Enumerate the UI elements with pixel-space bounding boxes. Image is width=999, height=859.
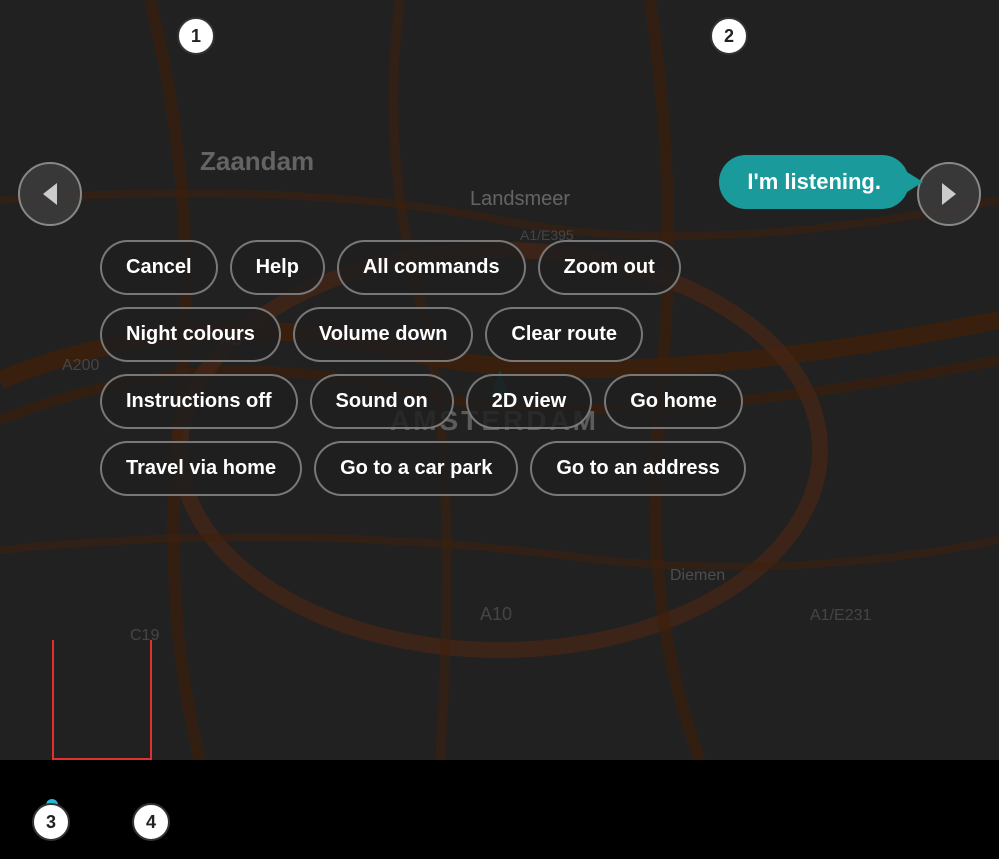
callout-3: 3 <box>32 803 70 841</box>
callout-3-line <box>52 640 54 760</box>
callout-4-line <box>150 640 152 760</box>
go-home-button[interactable]: Go home <box>604 374 743 429</box>
sound-on-button[interactable]: Sound on <box>310 374 454 429</box>
all-commands-button[interactable]: All commands <box>337 240 526 295</box>
commands-row-2: Night colours Volume down Clear route <box>100 307 979 362</box>
commands-row-3: Instructions off Sound on 2D view Go hom… <box>100 374 979 429</box>
callout-1: 1 <box>177 17 215 55</box>
commands-row-1: Cancel Help All commands Zoom out <box>100 240 979 295</box>
instructions-off-button[interactable]: Instructions off <box>100 374 298 429</box>
nav-back-button[interactable] <box>18 162 82 226</box>
listening-text: I'm listening. <box>747 169 881 194</box>
travel-via-home-button[interactable]: Travel via home <box>100 441 302 496</box>
volume-down-button[interactable]: Volume down <box>293 307 474 362</box>
cancel-button[interactable]: Cancel <box>100 240 218 295</box>
clear-route-button[interactable]: Clear route <box>485 307 643 362</box>
callout-2: 2 <box>710 17 748 55</box>
speech-bubble: I'm listening. <box>719 155 909 209</box>
night-colours-button[interactable]: Night colours <box>100 307 281 362</box>
zoom-out-button[interactable]: Zoom out <box>538 240 681 295</box>
go-to-car-park-button[interactable]: Go to a car park <box>314 441 518 496</box>
go-to-address-button[interactable]: Go to an address <box>530 441 745 496</box>
help-button[interactable]: Help <box>230 240 325 295</box>
2d-view-button[interactable]: 2D view <box>466 374 592 429</box>
commands-grid: Cancel Help All commands Zoom out Night … <box>100 240 979 496</box>
callout-34-connector <box>52 758 152 760</box>
nav-location-button[interactable] <box>917 162 981 226</box>
callout-4: 4 <box>132 803 170 841</box>
commands-row-4: Travel via home Go to a car park Go to a… <box>100 441 979 496</box>
